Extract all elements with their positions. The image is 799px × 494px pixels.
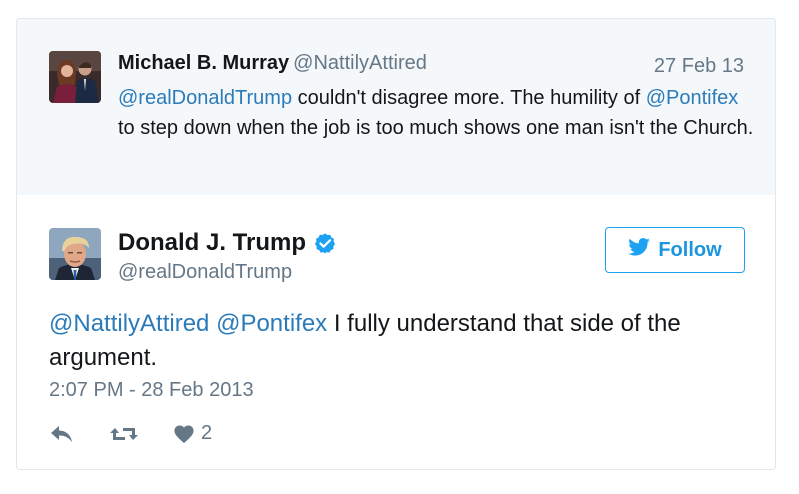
reply-button[interactable]	[49, 424, 75, 444]
heart-icon	[173, 424, 195, 444]
mention-link[interactable]: @NattilyAttired	[49, 310, 209, 337]
mention-link[interactable]: @Pontifex	[216, 310, 327, 337]
author-avatar[interactable]	[49, 228, 101, 280]
like-count: 2	[201, 422, 213, 444]
retweet-button[interactable]	[109, 424, 139, 444]
author-handle[interactable]: @realDonaldTrump	[118, 261, 292, 284]
quoted-text-part: to step down when the job is too much sh…	[118, 117, 754, 139]
quoted-date[interactable]: 27 Feb 13	[654, 55, 744, 78]
tweet-text: @NattilyAttired @Pontifex I fully unders…	[49, 307, 749, 375]
quoted-author-name[interactable]: Michael B. Murray	[118, 52, 289, 74]
quoted-tweet-text: @realDonaldTrump couldn't disagree more.…	[118, 83, 758, 143]
tweet-actions: 2	[49, 422, 212, 445]
quoted-author-avatar[interactable]	[49, 51, 101, 103]
reply-icon	[49, 424, 75, 444]
tweet-timestamp[interactable]: 2:07 PM - 28 Feb 2013	[49, 379, 254, 402]
follow-label: Follow	[658, 238, 722, 261]
quoted-author-line: Michael B. Murray @NattilyAttired	[118, 52, 427, 75]
author-name[interactable]: Donald J. Trump	[118, 229, 306, 257]
mention-link[interactable]: @realDonaldTrump	[118, 87, 292, 109]
twitter-bird-icon	[628, 238, 651, 262]
like-button[interactable]: 2	[173, 422, 212, 445]
retweet-icon	[109, 424, 139, 444]
quoted-author-handle[interactable]: @NattilyAttired	[293, 52, 427, 74]
author-name-line: Donald J. Trump	[118, 229, 336, 257]
mention-link[interactable]: @Pontifex	[646, 87, 739, 109]
quoted-text-part: couldn't disagree more. The humility of	[292, 87, 646, 109]
embedded-tweet-card: Michael B. Murray @NattilyAttired 27 Feb …	[16, 18, 776, 470]
verified-badge-icon	[314, 232, 336, 254]
follow-button[interactable]: Follow	[605, 227, 745, 273]
quoted-tweet[interactable]: Michael B. Murray @NattilyAttired 27 Feb …	[17, 19, 775, 195]
